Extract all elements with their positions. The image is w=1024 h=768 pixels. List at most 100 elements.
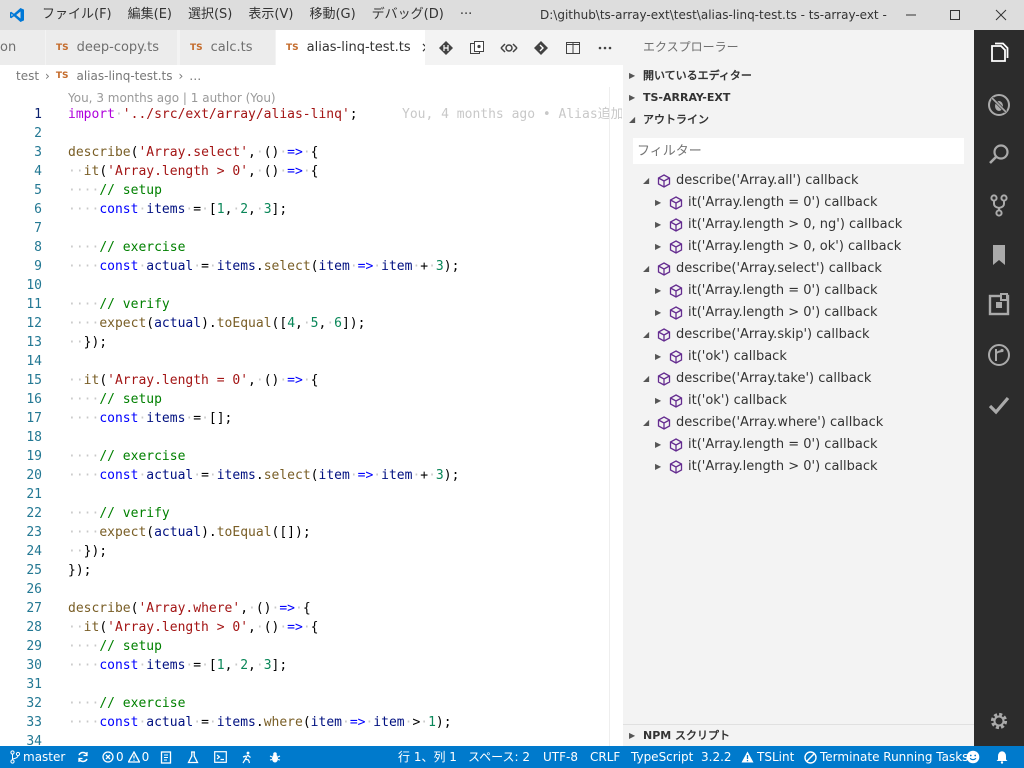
breadcrumb-folder[interactable]: test — [16, 69, 39, 83]
code-line[interactable]: 8 ····// exercise — [0, 238, 623, 257]
outline-it-item[interactable]: ▶ it('Array.length = 0') callback — [655, 434, 878, 456]
chevron-right-icon[interactable]: ▶ — [655, 280, 667, 302]
section-outline[interactable]: ◢ アウトライン — [623, 109, 974, 131]
outline-it-item[interactable]: ▶ it('ok') callback — [655, 346, 787, 368]
chevron-right-icon[interactable]: ▶ — [655, 434, 667, 456]
close-window-button[interactable] — [978, 0, 1024, 30]
code-line[interactable]: 20 ····const·actual·=·items.select(item·=… — [0, 466, 623, 485]
code-line[interactable]: 25}); — [0, 561, 623, 580]
outline-describe-item[interactable]: ◢ describe('Array.take') callback — [643, 368, 871, 390]
terminal-icon[interactable] — [214, 746, 227, 768]
chevron-down-icon[interactable]: ◢ — [643, 368, 655, 390]
code-line[interactable]: 12 ····expect(actual).toEqual([4,·5,·6]); — [0, 314, 623, 333]
codelens-authors[interactable]: You, 3 months ago | 1 author (You) — [68, 91, 276, 105]
code-line[interactable]: 10 — [0, 276, 623, 295]
menu-go[interactable]: 移動(G) — [301, 0, 363, 30]
cursor-position[interactable]: 行 1、列 1 — [398, 746, 457, 768]
tab-alias-linq-test[interactable]: TS alias-linq-test.ts × — [276, 30, 426, 65]
code-line[interactable]: 18 — [0, 428, 623, 447]
menu-more[interactable]: ··· — [452, 0, 480, 30]
code-line[interactable]: 6 ····const·items·=·[1,·2,·3]; — [0, 200, 623, 219]
indentation-status[interactable]: スペース: 2 — [468, 746, 530, 768]
language-mode[interactable]: TypeScript — [631, 746, 693, 768]
terminate-tasks-status[interactable]: Terminate Running Tasks — [804, 746, 968, 768]
menu-selection[interactable]: 選択(S) — [180, 0, 240, 30]
menu-file[interactable]: ファイル(F) — [34, 0, 120, 30]
code-line[interactable]: 34 — [0, 732, 623, 746]
files-icon[interactable] — [974, 30, 1024, 80]
menu-debug[interactable]: デバッグ(D) — [364, 0, 452, 30]
git-compare-icon[interactable] — [430, 30, 462, 65]
bookmarks-icon[interactable] — [974, 230, 1024, 280]
tasks-check-icon[interactable] — [974, 380, 1024, 430]
code-line[interactable]: 21 — [0, 485, 623, 504]
outline-it-item[interactable]: ▶ it('Array.length = 0') callback — [655, 280, 878, 302]
tab-partial[interactable]: on — [0, 30, 46, 65]
chevron-right-icon[interactable]: ▶ — [655, 456, 667, 478]
run-person-icon[interactable] — [241, 746, 253, 768]
chevron-right-icon[interactable]: ▶ — [655, 192, 667, 214]
extensions-icon[interactable] — [974, 280, 1024, 330]
code-line[interactable]: 19 ····// exercise — [0, 447, 623, 466]
code-line[interactable]: 16 ····// setup — [0, 390, 623, 409]
chevron-down-icon[interactable]: ◢ — [643, 170, 655, 192]
blame-icon[interactable] — [493, 30, 525, 65]
outline-describe-item[interactable]: ◢ describe('Array.all') callback — [643, 170, 859, 192]
outline-filter-input[interactable] — [633, 138, 964, 164]
code-line[interactable]: 7 — [0, 219, 623, 238]
split-editor-icon[interactable] — [557, 30, 589, 65]
next-change-icon[interactable] — [525, 30, 557, 65]
settings-gear-icon[interactable] — [974, 696, 1024, 746]
outline-it-item[interactable]: ▶ it('Array.length = 0') callback — [655, 192, 878, 214]
breadcrumb-file[interactable]: alias-linq-test.ts — [76, 69, 172, 83]
source-control-icon[interactable] — [974, 180, 1024, 230]
chevron-down-icon[interactable]: ◢ — [643, 412, 655, 434]
outline-it-item[interactable]: ▶ it('Array.length > 0, ng') callback — [655, 214, 902, 236]
code-line[interactable]: 30 ····const·items·=·[1,·2,·3]; — [0, 656, 623, 675]
outline-describe-item[interactable]: ◢ describe('Array.select') callback — [643, 258, 882, 280]
chevron-right-icon[interactable]: ▶ — [655, 214, 667, 236]
section-project[interactable]: ▶ TS-ARRAY-EXT — [623, 87, 974, 109]
outline-it-item[interactable]: ▶ it('Array.length > 0') callback — [655, 456, 878, 478]
more-icon[interactable] — [589, 30, 621, 65]
section-npm-scripts[interactable]: ▶ NPM スクリプト — [623, 724, 974, 746]
code-editor[interactable]: You, 3 months ago | 1 author (You) 1 impo… — [0, 87, 623, 746]
open-changes-icon[interactable] — [461, 30, 493, 65]
problems-status[interactable]: 0 0 — [102, 746, 149, 768]
code-line[interactable]: 5 ····// setup — [0, 181, 623, 200]
tslint-status[interactable]: TSLint — [741, 746, 794, 768]
tab-calc[interactable]: TS calc.ts — [180, 30, 276, 65]
code-line[interactable]: 15 ··it('Array.length = 0',·()·=>·{ — [0, 371, 623, 390]
tab-deep-copy[interactable]: TS deep-copy.ts — [46, 30, 178, 65]
git-history-icon[interactable] — [974, 330, 1024, 380]
code-line[interactable]: 24 ··}); — [0, 542, 623, 561]
feedback-smiley-icon[interactable] — [966, 746, 980, 768]
flask-icon[interactable] — [187, 746, 199, 768]
no-debug-icon[interactable] — [974, 80, 1024, 130]
editor-scrollbar[interactable] — [609, 87, 623, 746]
code-line[interactable]: 31 — [0, 675, 623, 694]
code-line[interactable]: 9 ····const·actual·=·items.select(item·=>… — [0, 257, 623, 276]
code-line[interactable]: 17 ····const·items·=·[]; — [0, 409, 623, 428]
notifications-bell-icon[interactable] — [995, 746, 1009, 768]
breadcrumb-symbol[interactable]: … — [189, 69, 201, 83]
typescript-version[interactable]: 3.2.2 — [701, 746, 732, 768]
branch-status[interactable]: master — [10, 746, 65, 768]
code-line[interactable]: 2 — [0, 124, 623, 143]
sync-icon[interactable] — [77, 746, 89, 768]
outline-it-item[interactable]: ▶ it('Array.length > 0') callback — [655, 302, 878, 324]
chevron-right-icon[interactable]: ▶ — [655, 390, 667, 412]
code-line[interactable]: 29 ····// setup — [0, 637, 623, 656]
search-icon[interactable] — [974, 130, 1024, 180]
chevron-right-icon[interactable]: ▶ — [655, 346, 667, 368]
chevron-right-icon[interactable]: ▶ — [655, 236, 667, 258]
minimize-button[interactable] — [888, 0, 934, 30]
code-line[interactable]: 14 — [0, 352, 623, 371]
code-line[interactable]: 1 import·'../src/ext/array/alias-linq'; Yo… — [0, 105, 623, 124]
outline-describe-item[interactable]: ◢ describe('Array.skip') callback — [643, 324, 870, 346]
close-tab-icon[interactable]: × — [421, 40, 425, 56]
code-line[interactable]: 27 describe('Array.where',·()·=>·{ — [0, 599, 623, 618]
bug-icon[interactable] — [269, 746, 281, 768]
code-line[interactable]: 4 ··it('Array.length > 0',·()·=>·{ — [0, 162, 623, 181]
notebook-icon[interactable] — [160, 746, 172, 768]
